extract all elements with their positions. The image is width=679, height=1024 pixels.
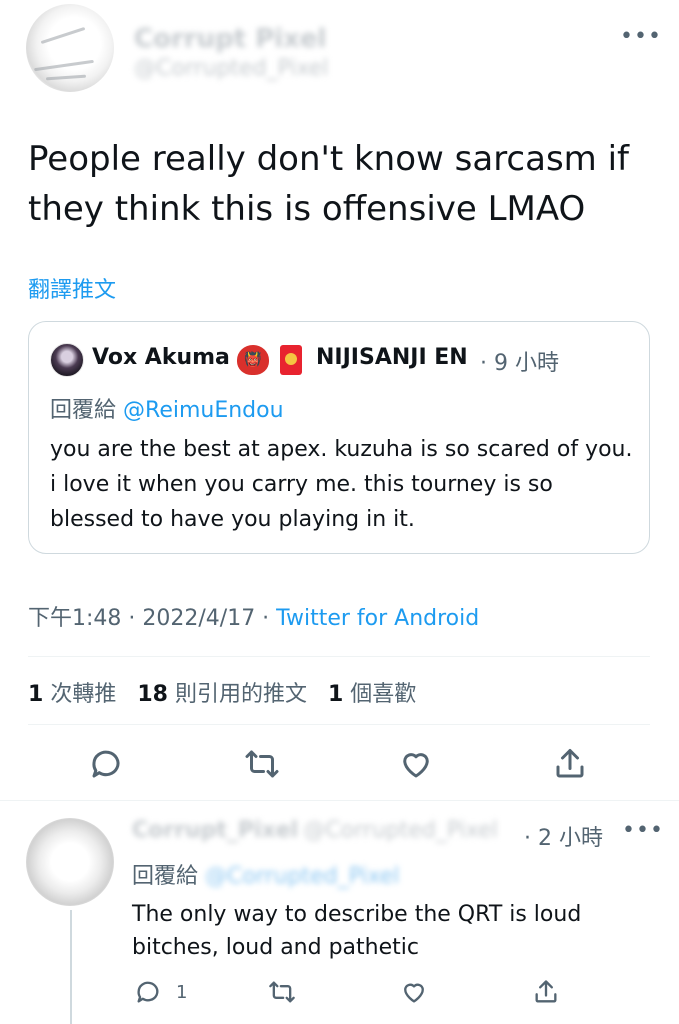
quoted-time: · 9 小時 [480,351,559,376]
reply-author-name[interactable]: Corrupt_Pixel [132,818,298,843]
author-avatar[interactable] [26,4,114,92]
reply-time[interactable]: · 2 小時 [524,820,603,852]
quoted-reply-to: 回覆給 @ReimuEndou [50,392,284,424]
reply-to-handle-link[interactable]: @ReimuEndou [123,398,284,423]
reply-to-handle-link[interactable]: @Corrupted_Pixel [205,864,399,889]
retweet-icon[interactable] [268,978,296,1006]
section-divider [0,800,679,801]
divider [28,656,650,657]
author-name[interactable]: Corrupt Pixel [134,24,326,54]
more-options-icon[interactable]: ••• [620,24,662,49]
share-icon[interactable] [532,978,560,1006]
quoted-author-name: Vox Akuma [92,345,230,370]
tweet-stats: 1 次轉推 18 則引用的推文 1 個喜歡 [28,676,416,708]
quoted-author-avatar [50,343,84,377]
quoted-author-org: NIJISANJI EN [316,345,468,370]
divider [28,724,650,725]
author-handle[interactable]: @Corrupted_Pixel [134,56,328,81]
reply-reply-to: 回覆給 @Corrupted_Pixel [132,858,399,890]
reply-header: Corrupt_Pixel @Corrupted_Pixel [132,818,498,843]
reply-to-prefix: 回覆給 [50,398,117,423]
quotes-stat[interactable]: 18 則引用的推文 [137,682,307,707]
reply-count: 1 [176,982,188,1003]
share-icon[interactable] [552,746,588,782]
red-envelope-emoji-icon [280,345,302,375]
reply-more-options-icon[interactable]: ••• [622,818,664,843]
likes-stat[interactable]: 1 個喜歡 [328,682,416,707]
timestamp-text[interactable]: 下午1:48 · 2022/4/17 · [28,606,276,631]
like-icon[interactable] [400,978,428,1006]
tweet-text: People really don't know sarcasm if they… [28,139,630,229]
reply-icon[interactable] [134,978,162,1006]
like-icon[interactable] [398,746,434,782]
retweets-stat[interactable]: 1 次轉推 [28,682,116,707]
thread-line [70,910,72,1024]
reply-author-handle[interactable]: @Corrupted_Pixel [303,818,497,843]
reply-icon[interactable] [88,746,124,782]
retweet-icon[interactable] [244,746,280,782]
tweet-source-link[interactable]: Twitter for Android [276,606,479,631]
ogre-emoji-icon: 👹 [237,345,269,375]
reply-to-prefix: 回覆給 [132,864,199,889]
quoted-tweet-text: you are the best at apex. kuzuha is so s… [50,437,633,532]
tweet-timestamp: 下午1:48 · 2022/4/17 · Twitter for Android [28,600,479,632]
reply-text: The only way to describe the QRT is loud… [132,902,582,960]
translate-tweet-link[interactable]: 翻譯推文 [28,272,116,304]
reply-author-avatar[interactable] [26,818,114,906]
